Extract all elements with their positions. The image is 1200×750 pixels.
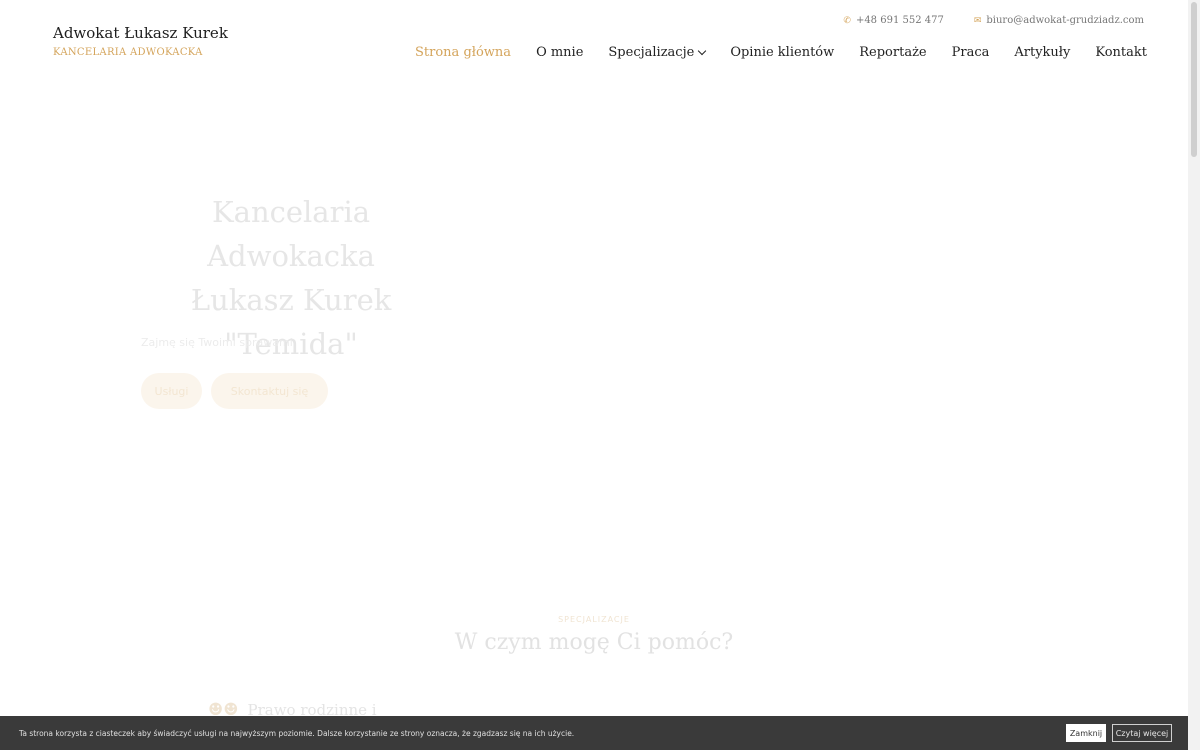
nav-label: Opinie klientów	[730, 45, 835, 60]
envelope-icon: ✉	[973, 15, 982, 26]
site-header: Adwokat Łukasz Kurek KANCELARIA ADWOKACK…	[0, 0, 1188, 80]
section-title: W czym mogę Ci pomóc?	[454, 630, 734, 655]
section-kicker: SPECJALIZACJE	[558, 615, 630, 624]
nav-item-reports[interactable]: Reportaże	[859, 45, 926, 60]
nav-item-contact[interactable]: Kontakt	[1095, 45, 1147, 60]
nav-label: Strona główna	[415, 45, 512, 60]
cookie-read-more-button[interactable]: Czytaj więcej	[1112, 724, 1172, 742]
brand-tagline: KANCELARIA ADWOKACKA	[53, 47, 203, 58]
cookie-close-button[interactable]: Zamknij	[1066, 724, 1106, 742]
email-link[interactable]: ✉ biuro@adwokat-grudziadz.com	[974, 15, 1144, 26]
page-scrollbar[interactable]	[1188, 0, 1200, 750]
nav-item-specializations[interactable]: Specjalizacje	[608, 45, 707, 60]
main-nav: Strona główna O mnie Specjalizacje Opini…	[415, 45, 1147, 60]
nav-label: Praca	[951, 45, 990, 60]
contact-button[interactable]: Skontaktuj się	[211, 373, 328, 409]
cookie-text: Ta strona korzysta z ciasteczek aby świa…	[19, 728, 575, 738]
nav-label: Specjalizacje	[608, 45, 695, 60]
nav-item-home[interactable]: Strona główna	[415, 45, 511, 60]
services-button[interactable]: Usługi	[141, 373, 202, 409]
hero-title-line1: Kancelaria Adwokacka	[207, 195, 375, 273]
phone-link[interactable]: ✆ +48 691 552 477	[843, 15, 943, 26]
scrollbar-thumb[interactable]	[1191, 2, 1197, 157]
nav-item-jobs[interactable]: Praca	[952, 45, 990, 60]
chevron-down-icon	[698, 46, 707, 55]
hero-subtitle: Zajmę się Twoimi sprawami	[141, 336, 293, 349]
phone-icon: ✆	[843, 15, 851, 26]
nav-item-reviews[interactable]: Opinie klientów	[730, 45, 834, 60]
nav-label: O mnie	[536, 45, 584, 60]
nav-item-articles[interactable]: Artykuły	[1014, 45, 1070, 60]
phone-number: +48 691 552 477	[855, 15, 944, 26]
cookie-bar: Ta strona korzysta z ciasteczek aby świa…	[0, 716, 1188, 750]
nav-label: Reportaże	[859, 45, 927, 60]
nav-item-about[interactable]: O mnie	[536, 45, 583, 60]
email-address: biuro@adwokat-grudziadz.com	[986, 15, 1144, 26]
contact-topbar: ✆ +48 691 552 477 ✉ biuro@adwokat-grudzi…	[843, 15, 1144, 26]
hero-title-line2: Łukasz Kurek	[190, 283, 392, 317]
brand-name[interactable]: Adwokat Łukasz Kurek	[53, 24, 228, 42]
nav-label: Artykuły	[1014, 45, 1071, 60]
nav-label: Kontakt	[1095, 45, 1147, 60]
brand[interactable]: Adwokat Łukasz Kurek KANCELARIA ADWOKACK…	[53, 24, 228, 58]
